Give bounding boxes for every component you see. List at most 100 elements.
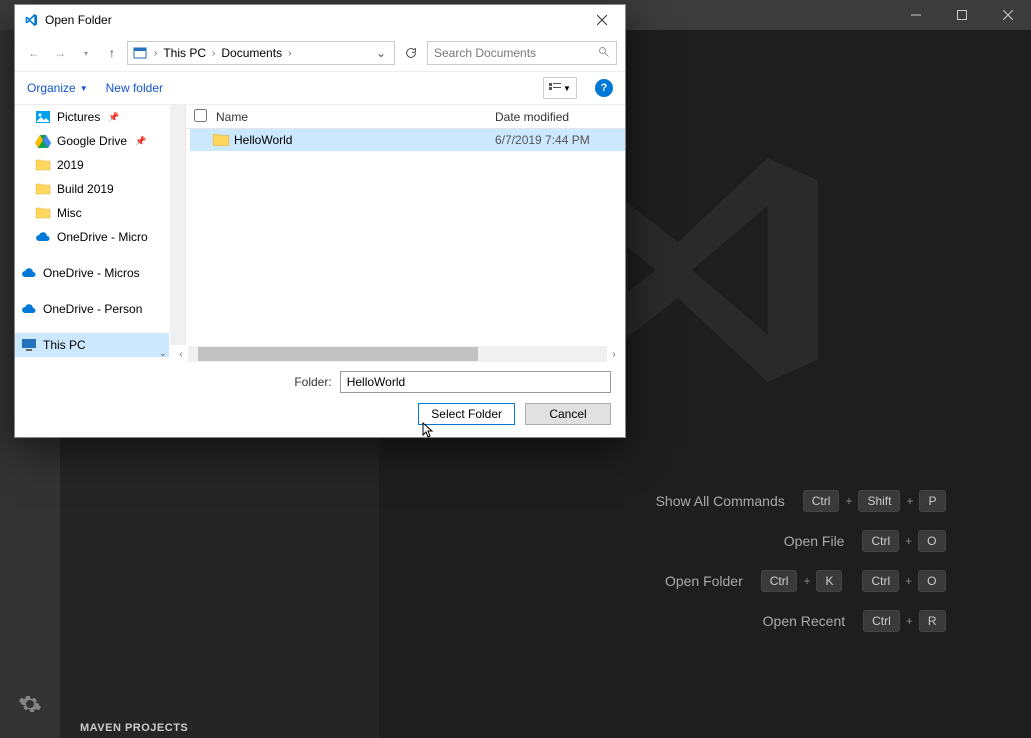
command-keys: Ctrl+R (863, 610, 945, 632)
file-list[interactable]: HelloWorld6/7/2019 7:44 PM (170, 129, 625, 345)
tree-item[interactable]: Misc (15, 201, 169, 225)
refresh-button[interactable] (399, 41, 423, 65)
search-placeholder: Search Documents (434, 46, 536, 60)
tree-item[interactable]: Build 2019 (15, 177, 169, 201)
key-badge: R (919, 610, 946, 632)
dialog-close-button[interactable] (587, 8, 617, 32)
key-badge: K (816, 570, 842, 592)
key-badge: Ctrl (862, 570, 899, 592)
open-folder-dialog: Open Folder ← → ▾ ↑ › This PC › Document… (14, 4, 626, 438)
tree-item[interactable]: OneDrive - Micro (15, 225, 169, 249)
command-row: Show All CommandsCtrl+Shift+P (466, 490, 946, 512)
command-keys: Ctrl+KCtrl+O (761, 570, 946, 592)
horizontal-scrollbar[interactable]: ‹ › (170, 345, 625, 363)
tree-item-label: Misc (57, 206, 82, 220)
key-badge: Ctrl (761, 570, 798, 592)
recent-dropdown[interactable]: ▾ (75, 42, 97, 64)
folder-icon (35, 157, 51, 173)
column-name[interactable]: Name (216, 110, 495, 124)
key-badge: O (918, 570, 945, 592)
tree-item[interactable]: OneDrive - Person (15, 297, 169, 321)
scroll-left-icon[interactable]: ‹ (174, 349, 188, 360)
location-icon (132, 45, 148, 61)
breadcrumb-dropdown-icon[interactable]: ⌄ (372, 46, 390, 60)
tree-item[interactable]: Pictures 📌 (15, 105, 169, 129)
help-button[interactable]: ? (595, 79, 613, 97)
key-badge: Shift (858, 490, 900, 512)
forward-button[interactable]: → (49, 42, 71, 64)
tree-item[interactable]: This PC (15, 333, 169, 357)
scroll-thumb[interactable] (198, 347, 478, 361)
row-date: 6/7/2019 7:44 PM (495, 133, 625, 147)
breadcrumb-sep-icon: › (286, 48, 293, 59)
dialog-toolbar: Organize ▼ New folder ▼ ? (15, 71, 625, 105)
breadcrumb-item[interactable]: This PC (163, 46, 206, 60)
tree-item-label: This PC (43, 338, 86, 352)
minimize-button[interactable] (893, 0, 939, 30)
nav-tree[interactable]: Pictures 📌 Google Drive 📌 2019 Build 2019 Misc… (15, 105, 170, 363)
tree-item-label: OneDrive - Micros (43, 266, 140, 280)
new-folder-button[interactable]: New folder (106, 81, 163, 95)
command-label: Open File (466, 533, 845, 549)
pin-icon: 📌 (108, 112, 118, 123)
cloud-icon (35, 229, 51, 245)
up-button[interactable]: ↑ (101, 42, 123, 64)
tree-item-label: OneDrive - Micro (57, 230, 148, 244)
folder-name-input[interactable] (340, 371, 611, 393)
command-row: Open FolderCtrl+KCtrl+O (466, 570, 946, 592)
breadcrumb-sep-icon: › (210, 48, 217, 59)
folder-icon (35, 181, 51, 197)
key-badge: O (918, 530, 945, 552)
tree-item[interactable]: Google Drive 📌 (15, 129, 169, 153)
key-badge: Ctrl (803, 490, 840, 512)
column-date[interactable]: Date modified (495, 110, 625, 124)
select-all-checkbox[interactable] (194, 109, 207, 122)
command-label: Show All Commands (466, 493, 785, 509)
sidebar-section-label: MAVEN PROJECTS (80, 722, 188, 734)
command-keys: Ctrl+O (862, 530, 945, 552)
command-label: Open Recent (466, 613, 846, 629)
tree-item-label: Build 2019 (57, 182, 114, 196)
breadcrumb-sep-icon: › (152, 48, 159, 59)
dialog-title: Open Folder (45, 13, 587, 27)
tree-item-label: Google Drive (57, 134, 127, 148)
welcome-commands: Show All CommandsCtrl+Shift+POpen FileCt… (466, 490, 946, 632)
search-icon (598, 46, 610, 61)
cloud-icon (21, 301, 37, 317)
key-badge: P (919, 490, 945, 512)
tree-item-label: Pictures (57, 110, 100, 124)
cloud-icon (21, 265, 37, 281)
command-row: Open File Ctrl+O (466, 530, 946, 552)
pin-icon: 📌 (135, 136, 145, 147)
folder-icon (35, 205, 51, 221)
close-button[interactable] (985, 0, 1031, 30)
organize-button[interactable]: Organize ▼ (27, 81, 88, 95)
vscode-icon (23, 12, 39, 28)
row-name: HelloWorld (230, 133, 495, 147)
file-row[interactable]: HelloWorld6/7/2019 7:44 PM (190, 129, 625, 151)
cancel-button[interactable]: Cancel (525, 403, 611, 425)
view-options-button[interactable]: ▼ (543, 77, 577, 99)
column-headers[interactable]: Name Date modified (170, 105, 625, 129)
breadcrumb[interactable]: › This PC › Documents › ⌄ (127, 41, 395, 65)
tree-item[interactable]: 2019 (15, 153, 169, 177)
pictures-icon (35, 109, 51, 125)
breadcrumb-item[interactable]: Documents (221, 46, 282, 60)
scroll-right-icon[interactable]: › (607, 349, 621, 360)
command-row: Open Recent Ctrl+R (466, 610, 946, 632)
command-label: Open Folder (466, 573, 743, 589)
settings-gear-icon[interactable] (16, 690, 44, 718)
folder-label: Folder: (294, 375, 331, 389)
dialog-nav: ← → ▾ ↑ › This PC › Documents › ⌄ Search… (15, 35, 625, 71)
select-folder-button[interactable]: Select Folder (418, 403, 515, 425)
dialog-titlebar[interactable]: Open Folder (15, 5, 625, 35)
search-input[interactable]: Search Documents (427, 41, 617, 65)
tree-item-label: OneDrive - Person (43, 302, 142, 316)
monitor-icon (21, 337, 37, 353)
tree-expand-icon[interactable]: ⌄ (159, 348, 167, 363)
key-badge: Ctrl (862, 530, 899, 552)
maximize-button[interactable] (939, 0, 985, 30)
back-button[interactable]: ← (23, 42, 45, 64)
tree-item[interactable]: OneDrive - Micros (15, 261, 169, 285)
key-badge: Ctrl (863, 610, 900, 632)
